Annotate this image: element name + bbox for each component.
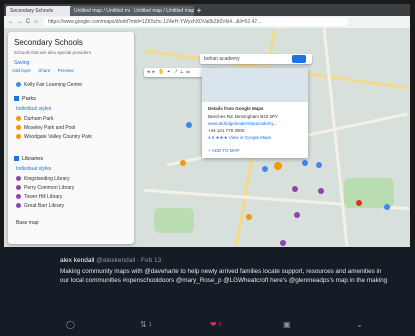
map-marker[interactable] — [318, 188, 324, 194]
list-item[interactable]: Kingstanding Library — [16, 176, 70, 182]
list-item[interactable]: Durham Park — [16, 116, 53, 122]
reload-icon[interactable]: C — [26, 18, 30, 26]
list-item-label: Great Barr Library — [24, 203, 65, 209]
popup-website-link[interactable]: www.aldridgeleadershipacademy... — [208, 121, 277, 126]
message-icon[interactable]: ▣ — [283, 318, 291, 332]
preview-button[interactable]: Preview — [58, 68, 74, 73]
list-item-label: Moseley Park and Pool — [24, 125, 76, 131]
place-info-popup: Details from Google Maps Beeches Rd, Bir… — [202, 68, 308, 158]
marker-icon — [16, 125, 21, 131]
list-item-label: Durham Park — [24, 116, 54, 122]
chevron-down-icon[interactable]: ⌄ — [356, 318, 363, 332]
list-item-label: Kingstanding Library — [24, 176, 70, 182]
map-marker-selected[interactable] — [274, 162, 282, 170]
forward-icon[interactable]: → — [17, 18, 23, 26]
popup-phone: +44 121 779 3000 — [208, 128, 245, 133]
retweet-count: 1 — [148, 322, 152, 328]
marker-icon — [16, 134, 21, 140]
retweet-icon: ⇅ — [140, 320, 147, 330]
hand-icon[interactable]: ✋ — [158, 69, 167, 75]
layer-name: Parks — [22, 96, 37, 102]
map-layers-panel: Secondary Schools Schools that are also … — [8, 32, 134, 244]
screenshot-photo: Secondary Schools Untitled map / Untitle… — [4, 4, 410, 247]
add-layer-button[interactable]: Add layer — [12, 68, 31, 73]
map-park-area — [154, 208, 194, 233]
layer-name: Libraries — [22, 156, 44, 162]
like-count: 5 — [218, 322, 222, 328]
tweet-date[interactable]: · Feb 13 — [137, 257, 161, 264]
list-item[interactable]: Moseley Park and Pool — [16, 125, 75, 131]
marker-icon — [16, 185, 21, 191]
search-button[interactable] — [292, 55, 306, 63]
layer-item[interactable]: Kelly Fair Learning Centre — [16, 82, 82, 88]
tab-bar: Secondary Schools Untitled map / Untitle… — [4, 4, 410, 16]
map-marker[interactable] — [280, 240, 286, 246]
list-item[interactable]: Great Barr Library — [16, 203, 64, 209]
marker-icon — [16, 194, 21, 200]
tweet-author[interactable]: alex kendall @alexkendall · Feb 13 — [60, 257, 161, 264]
map-marker[interactable] — [302, 160, 308, 166]
retweet-button[interactable]: ⇅ 1 — [140, 318, 151, 332]
map-marker[interactable] — [246, 214, 252, 220]
reply-icon[interactable]: ◯ — [66, 318, 75, 332]
list-item-label: Perry Common Library — [24, 185, 75, 191]
marker-icon — [16, 82, 21, 88]
layer-item-label: Kelly Fair Learning Centre — [24, 82, 83, 88]
map-description[interactable]: Schools that are also special providers — [14, 50, 91, 55]
saving-status: Saving — [14, 60, 30, 66]
layer-style-link[interactable]: Individual styles — [16, 166, 51, 172]
map-title[interactable]: Secondary Schools — [14, 38, 83, 47]
popup-rating[interactable]: 4.6 ★★★ View in Google Maps — [208, 135, 271, 141]
back-icon[interactable]: ← — [8, 18, 14, 26]
map-marker[interactable] — [294, 212, 300, 218]
map-marker[interactable] — [186, 122, 192, 128]
add-to-map-button[interactable]: + ADD TO MAP — [208, 148, 239, 153]
map-marker[interactable] — [384, 204, 390, 210]
layer-header-parks[interactable]: Parks — [14, 96, 36, 102]
list-item-label: Woodgate Valley Country Park — [24, 134, 92, 140]
browser-tab-3[interactable]: Untitled map / Untitled map — [130, 6, 194, 16]
map-marker[interactable] — [356, 200, 362, 206]
measure-icon[interactable]: ▭ — [186, 69, 193, 75]
list-item-label: Tower Hill Library — [24, 194, 63, 200]
browser-tab-1[interactable]: Secondary Schools — [6, 6, 74, 16]
marker-icon — [16, 176, 21, 182]
map-marker[interactable] — [262, 166, 268, 172]
author-handle[interactable]: @alexkendall — [96, 257, 135, 264]
map-marker[interactable] — [316, 162, 322, 168]
author-name[interactable]: alex kendall — [60, 257, 94, 264]
layer-style-link[interactable]: Individual styles — [16, 106, 51, 112]
list-item[interactable]: Woodgate Valley Country Park — [16, 134, 92, 140]
share-button[interactable]: Share — [38, 68, 50, 73]
checkbox-icon[interactable] — [14, 96, 19, 102]
map-marker[interactable] — [180, 160, 186, 166]
place-photo — [202, 68, 308, 102]
url-input[interactable]: https://www.google.com/maps/d/edit?mid=1… — [44, 18, 348, 26]
like-button[interactable]: ❤ 5 — [210, 318, 221, 332]
list-item[interactable]: Perry Common Library — [16, 185, 74, 191]
layer-header-libraries[interactable]: Libraries — [14, 156, 43, 162]
map-road — [322, 28, 349, 247]
address-bar: ← → C ⌂ https://www.google.com/maps/d/ed… — [4, 16, 410, 28]
browser-tab-2[interactable]: Untitled map / Untitled map — [70, 6, 134, 16]
home-icon[interactable]: ⌂ — [34, 18, 38, 26]
popup-address: Beeches Rd, Birmingham B42 2PY — [208, 114, 279, 119]
panel-actions: Add layer Share Preview — [12, 68, 130, 76]
popup-title: Details from Google Maps — [208, 106, 264, 111]
new-tab-button[interactable]: + — [194, 6, 204, 16]
heart-icon: ❤ — [210, 320, 217, 330]
checkbox-icon[interactable] — [14, 156, 19, 162]
base-map-toggle[interactable]: Base map — [16, 220, 39, 226]
marker-icon — [16, 116, 21, 122]
tweet-actions: ◯ ⇅ 1 ❤ 5 ▣ ⌄ — [0, 318, 415, 332]
tweet-text: Making community maps with @daveharte to… — [60, 268, 388, 284]
map-marker[interactable] — [292, 186, 298, 192]
marker-icon — [16, 203, 21, 209]
list-item[interactable]: Tower Hill Library — [16, 194, 62, 200]
